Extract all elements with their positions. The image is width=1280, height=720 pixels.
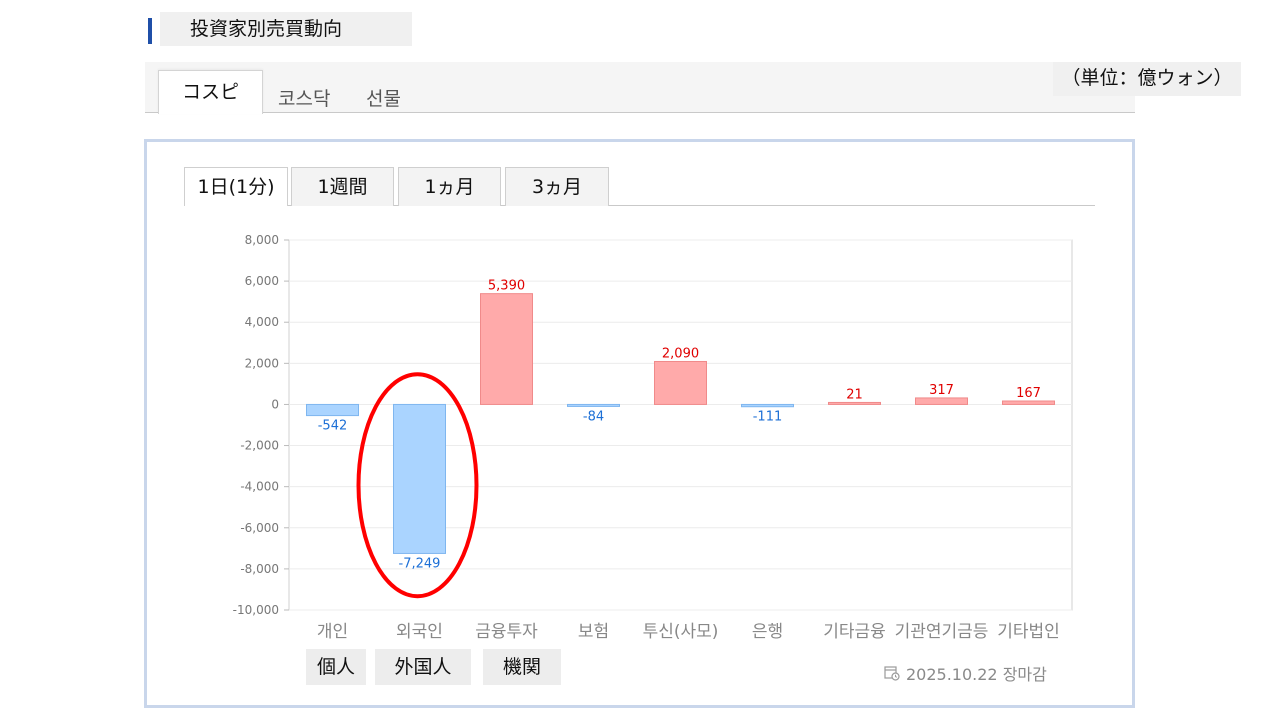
y-tick-label: 6,000 <box>245 274 279 288</box>
y-tick-label: 4,000 <box>245 315 279 329</box>
bar <box>393 403 446 554</box>
data-label: -7,249 <box>399 556 441 571</box>
x-tick-label: 기관연기금등 <box>895 622 989 642</box>
x-tick-label: 기타법인 <box>997 622 1060 642</box>
data-label: -111 <box>753 410 783 425</box>
bar <box>828 401 881 405</box>
data-label: -84 <box>583 409 604 424</box>
y-tick-label: -10,000 <box>233 603 279 617</box>
bar <box>306 403 359 417</box>
data-label: 317 <box>929 383 954 398</box>
data-label: -542 <box>318 419 348 434</box>
y-tick-label: -8,000 <box>240 562 279 576</box>
closing-note: 2025.10.22 장마감 <box>884 661 1047 685</box>
y-tick-label: -4,000 <box>240 480 279 494</box>
calendar-clock-icon <box>884 666 900 681</box>
group-label-individual: 個人 <box>306 649 366 685</box>
data-label: 5,390 <box>488 279 525 294</box>
group-label-foreign: 外国人 <box>375 649 471 685</box>
data-label: 21 <box>846 387 863 402</box>
bar <box>567 403 620 407</box>
data-label: 2,090 <box>662 346 699 361</box>
bar <box>915 397 968 405</box>
x-tick-label: 외국인 <box>396 622 443 642</box>
y-tick-label: -6,000 <box>240 521 279 535</box>
x-tick-label: 투신(사모) <box>643 622 719 642</box>
y-tick-label: 8,000 <box>245 233 279 247</box>
x-tick-label: 보험 <box>578 622 609 642</box>
y-tick-label: -2,000 <box>240 439 279 453</box>
investor-bar-chart: 8,000 6,000 4,000 2,000 0 -2,000 -4,000 -6,000 -… <box>233 233 1073 642</box>
y-tick-label: 0 <box>271 397 279 411</box>
bar <box>654 360 707 405</box>
data-label: 167 <box>1016 386 1041 401</box>
bar <box>741 403 794 408</box>
x-tick-label: 은행 <box>752 622 783 642</box>
group-label-institution: 機関 <box>483 649 561 685</box>
bar <box>480 293 533 405</box>
y-tick-label: 2,000 <box>245 356 279 370</box>
bar <box>1002 400 1055 405</box>
closing-date-text: 2025.10.22 장마감 <box>906 665 1047 684</box>
x-tick-label: 기타금융 <box>823 622 886 642</box>
x-tick-label: 금융투자 <box>475 622 538 642</box>
x-tick-label: 개인 <box>317 622 348 642</box>
